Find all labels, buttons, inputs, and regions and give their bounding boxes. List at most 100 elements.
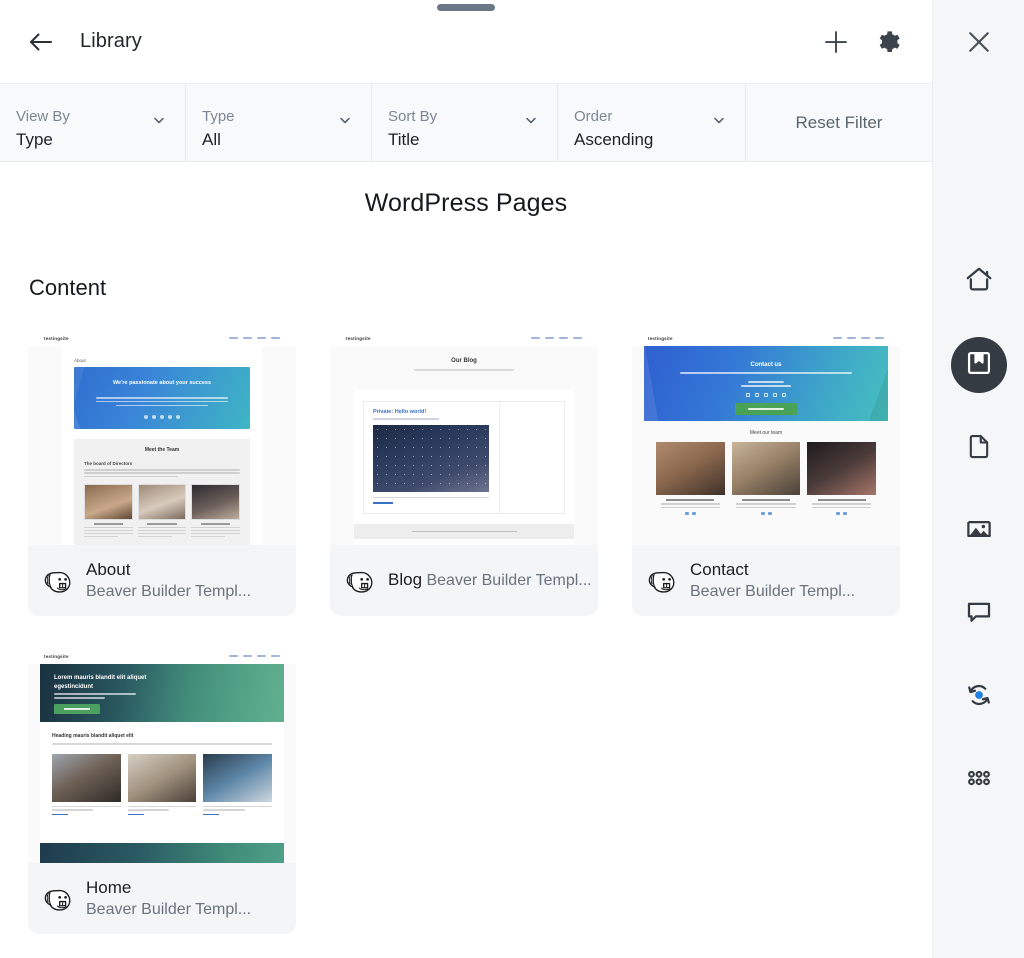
beaver-builder-logo-icon: [343, 565, 377, 597]
mock-team-photo: [732, 442, 801, 495]
mock-team-photo: [807, 442, 876, 495]
gear-icon[interactable]: [870, 22, 910, 62]
mock-post-readmore: [373, 502, 393, 504]
mock-feature-row: [52, 754, 272, 816]
mock-post-excerpt: [373, 497, 489, 499]
template-card-blog[interactable]: testingsite Our Blog Private: Hello worl…: [330, 330, 598, 616]
filter-view-by-value: Type: [16, 129, 169, 151]
filter-sort-by-label: Sort By: [388, 107, 541, 126]
plus-icon[interactable]: [816, 22, 856, 62]
rail-item-document[interactable]: [951, 420, 1007, 476]
mock-post-image: [373, 425, 489, 492]
filter-type[interactable]: Type All: [186, 84, 372, 161]
beaver-builder-logo-icon: [41, 565, 75, 597]
mock-site-nav-links: [229, 655, 280, 657]
mock-hero: We're passionate about your success: [74, 367, 250, 429]
window-drag-handle[interactable]: [437, 4, 495, 11]
template-thumbnail: testingsite Lorem mauris blandit elit al…: [28, 648, 296, 863]
card-text: Blog Beaver Builder Templ...: [388, 569, 592, 592]
beaver-builder-logo-icon: [645, 565, 679, 597]
filter-sort-by[interactable]: Sort By Title: [372, 84, 558, 161]
mock-team-photo: [191, 484, 240, 520]
document-icon: [965, 432, 993, 465]
mock-body: Heading mauris blandit aliquet elit: [40, 722, 284, 843]
mock-site-nav-links: [229, 337, 280, 339]
template-card-home[interactable]: testingsite Lorem mauris blandit elit al…: [28, 648, 296, 934]
mock-blog-title: Our Blog: [330, 358, 598, 364]
card-footer: Blog Beaver Builder Templ...: [330, 545, 598, 616]
reset-filter-button[interactable]: Reset Filter: [746, 84, 932, 161]
template-card-grid: testingsite About We're passionate about…: [28, 330, 904, 934]
mock-site-nav-links: [531, 337, 582, 339]
comment-icon: [964, 597, 994, 632]
filter-order-label: Order: [574, 107, 729, 126]
mock-post-title: Private: Hello world!: [373, 409, 555, 415]
mock-hero-lines: [644, 381, 888, 387]
rail-item-sync[interactable]: [951, 669, 1007, 725]
mock-hero-sub: [96, 397, 228, 406]
back-arrow-icon[interactable]: [24, 25, 58, 59]
mock-team-photo: [138, 484, 187, 520]
right-rail: [932, 0, 1024, 958]
filter-sort-by-value: Title: [388, 129, 541, 151]
mock-post-meta: [373, 418, 439, 420]
mock-heading: Heading mauris blandit aliquet elit: [52, 733, 284, 739]
library-window: Library View By Type: [0, 0, 1024, 958]
filter-view-by-label: View By: [16, 107, 169, 126]
mock-footer: [40, 843, 284, 863]
mock-site-nav-links: [833, 337, 884, 339]
template-thumbnail: testingsite Our Blog Private: Hello worl…: [330, 330, 598, 545]
panel-header: Library: [0, 0, 932, 84]
image-icon: [964, 514, 994, 549]
mock-team-photo: [656, 442, 725, 495]
mock-site-logo: testingsite: [44, 336, 69, 341]
card-text: About Beaver Builder Templ...: [86, 559, 296, 603]
card-title: Contact: [690, 560, 749, 579]
mock-feature-image: [52, 754, 121, 802]
close-icon[interactable]: [933, 0, 1024, 84]
mock-hero-title: Lorem mauris blandit elit aliquet egesti…: [54, 674, 184, 691]
rail-item-saved[interactable]: [951, 337, 1007, 393]
filter-order-value: Ascending: [574, 129, 729, 151]
template-thumbnail: testingsite Contact us: [632, 330, 900, 545]
card-footer: About Beaver Builder Templ...: [28, 545, 296, 616]
home-icon: [964, 265, 994, 300]
mock-paragraph: [52, 743, 272, 745]
filter-order[interactable]: Order Ascending: [558, 84, 746, 161]
card-footer: Home Beaver Builder Templ...: [28, 863, 296, 934]
mock-hero: Lorem mauris blandit elit aliquet egesti…: [40, 664, 284, 722]
rail-icon-list: [951, 254, 1007, 808]
mock-hero-sub: [54, 693, 136, 701]
beaver-builder-logo-icon: [41, 883, 75, 915]
rail-item-comments[interactable]: [951, 586, 1007, 642]
template-card-contact[interactable]: testingsite Contact us: [632, 330, 900, 616]
library-panel: Library View By Type: [0, 0, 932, 958]
card-text: Contact Beaver Builder Templ...: [690, 559, 900, 603]
mock-team-row: [656, 442, 876, 515]
template-card-about[interactable]: testingsite About We're passionate about…: [28, 330, 296, 616]
mock-blog-post: Private: Hello world!: [363, 401, 565, 514]
filter-view-by[interactable]: View By Type: [0, 84, 186, 161]
mock-feature-image: [203, 754, 272, 802]
mock-team-heading: Meet the Team: [84, 447, 240, 453]
card-title: Blog: [388, 570, 422, 589]
mock-cta-button: [54, 704, 100, 714]
mock-site-logo: testingsite: [648, 336, 673, 341]
mock-blog-subline: [414, 369, 514, 371]
mock-site-logo: testingsite: [346, 336, 371, 341]
mock-kicker: About: [74, 358, 262, 363]
mock-blog-footer: [354, 524, 574, 539]
content-heading: WordPress Pages: [28, 189, 904, 218]
rail-item-apps[interactable]: [951, 752, 1007, 808]
card-title: Home: [86, 878, 131, 897]
page-title: Library: [80, 30, 142, 53]
card-subtitle: Beaver Builder Templ...: [690, 583, 855, 600]
rail-item-media[interactable]: [951, 503, 1007, 559]
rail-item-home[interactable]: [951, 254, 1007, 310]
template-thumbnail: testingsite About We're passionate about…: [28, 330, 296, 545]
filter-bar: View By Type Type All Sort By Title: [0, 84, 932, 162]
mock-hero: Contact us: [644, 346, 888, 421]
card-subtitle: Beaver Builder Templ...: [86, 583, 251, 600]
grid-apps-icon: [964, 763, 994, 798]
sync-icon: [964, 680, 994, 715]
